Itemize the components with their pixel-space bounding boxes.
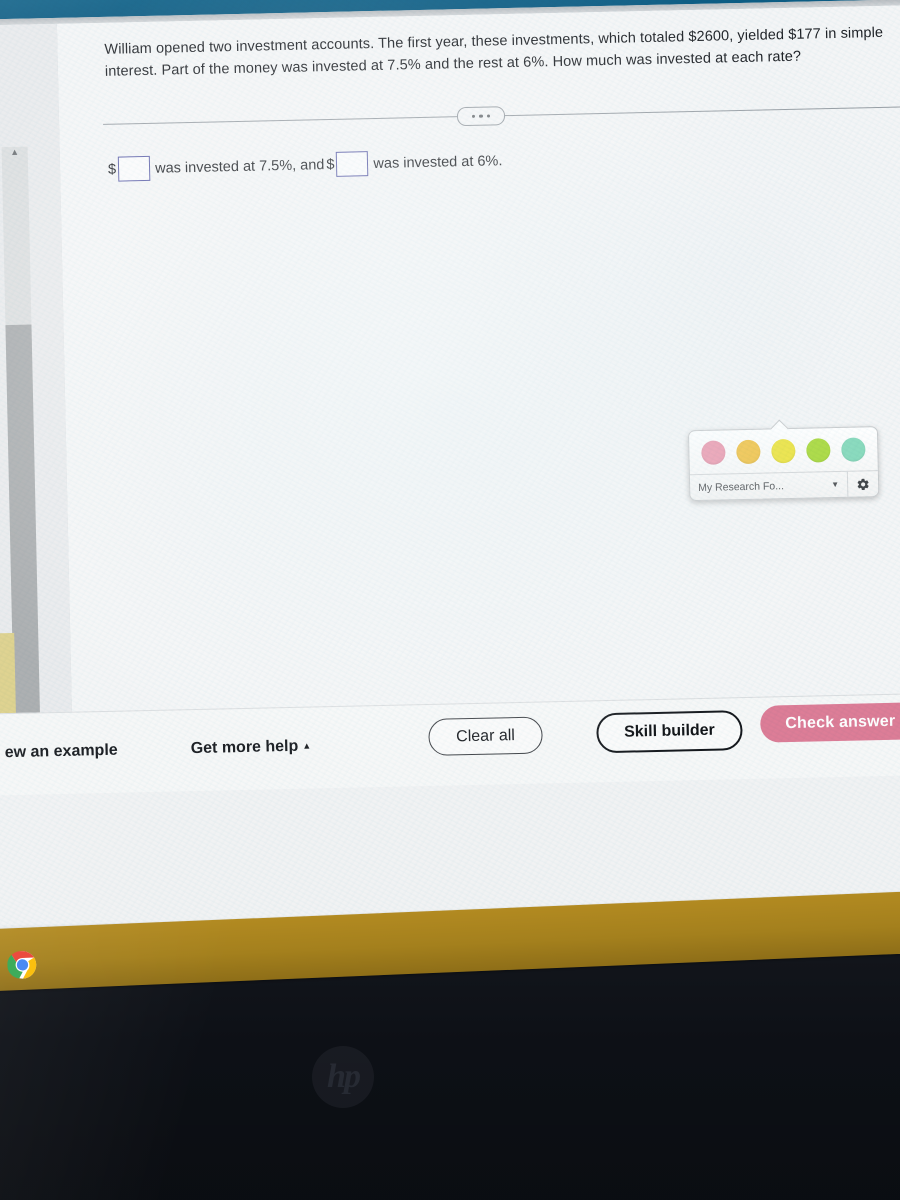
highlighter-popup[interactable]: My Research Fo... ▼ <box>687 419 880 502</box>
highlight-swatch-lime[interactable] <box>806 438 831 463</box>
hp-logo: hp <box>312 1046 374 1108</box>
research-folder-dropdown[interactable]: My Research Fo... ▼ <box>689 471 849 501</box>
highlight-swatch-orange[interactable] <box>736 439 761 465</box>
scrollbar-up-arrow-icon[interactable]: ▲ <box>1 141 27 164</box>
answer-text-segment-2: was invested at 6%. <box>373 152 503 172</box>
skill-builder-button[interactable]: Skill builder <box>596 710 743 754</box>
chevron-down-icon: ▼ <box>831 479 840 490</box>
get-more-help-link[interactable]: Get more help ▲ <box>191 738 312 759</box>
gear-icon[interactable] <box>848 471 879 497</box>
get-more-help-label: Get more help <box>190 737 299 758</box>
highlight-swatch-pink[interactable] <box>701 440 726 465</box>
dot-1 <box>471 114 476 119</box>
check-answer-button[interactable]: Check answer <box>759 702 900 743</box>
highlight-swatch-yellow[interactable] <box>771 438 796 464</box>
dot-3 <box>486 114 491 118</box>
answer-text-segment-1: was invested at 7.5%, and <box>154 156 325 177</box>
research-folder-label: My Research Fo... <box>698 479 785 494</box>
dot-2 <box>479 114 483 118</box>
popup-footer: My Research Fo... ▼ <box>689 470 879 501</box>
dollar-sign-1: $ <box>107 161 117 178</box>
answer-input-rate-6[interactable] <box>336 151 369 177</box>
highlight-swatch-mint[interactable] <box>841 437 866 462</box>
problem-statement: William opened two investment accounts. … <box>104 24 884 80</box>
photographed-screen: hp ▲ ▼ William opened two investment acc… <box>0 0 900 1200</box>
divider-dots-icon[interactable] <box>456 106 506 127</box>
screen-surface: ▲ ▼ William opened two investment accoun… <box>0 0 900 974</box>
chrome-icon[interactable] <box>7 949 38 980</box>
answer-entry-line: $ was invested at 7.5%, and $ was invest… <box>108 148 505 182</box>
clear-all-button[interactable]: Clear all <box>428 716 543 756</box>
chevron-up-icon: ▲ <box>302 740 312 751</box>
dollar-sign-2: $ <box>326 156 335 173</box>
highlight-color-swatches <box>689 427 878 474</box>
answer-input-rate-7point5[interactable] <box>117 155 151 182</box>
section-divider <box>103 97 900 133</box>
view-example-link[interactable]: ew an example <box>5 742 118 762</box>
